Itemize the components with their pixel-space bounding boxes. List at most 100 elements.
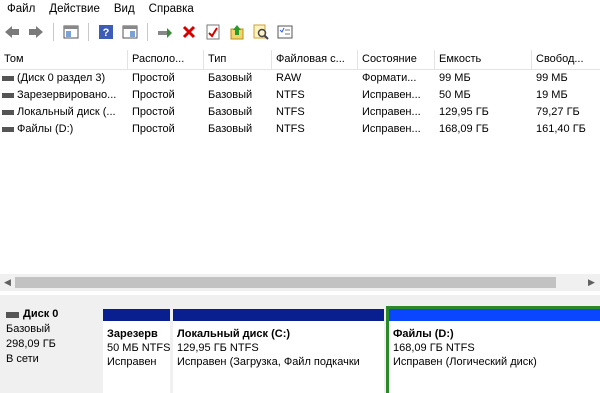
column-header-type[interactable]: Тип: [204, 50, 272, 69]
disk-info[interactable]: Диск 0 Базовый 298,09 ГБ В сети: [0, 307, 100, 393]
toolbar-separator: [53, 23, 54, 41]
free-space-cell: 79,27 ГБ: [536, 106, 580, 118]
partition-local-disk-c[interactable]: Локальный диск (C:) 129,95 ГБ NTFS Испра…: [173, 309, 384, 393]
volume-icon: [2, 92, 14, 98]
partition-size: 168,09 ГБ NTFS: [393, 342, 475, 354]
volume-list-header: Том Располо... Тип Файловая с... Состоян…: [0, 50, 600, 70]
capacity-cell: 129,95 ГБ: [439, 106, 489, 118]
volume-icon: [2, 109, 14, 115]
toolbar: ?: [0, 18, 600, 46]
table-row[interactable]: Файлы (D:) Простой Базовый NTFS Исправен…: [0, 121, 600, 138]
disk-name: Диск 0: [23, 308, 59, 320]
volume-cell: (Диск 0 раздел 3): [0, 70, 128, 87]
table-row[interactable]: Локальный диск (... Простой Базовый NTFS…: [0, 104, 600, 121]
check-icon: [206, 24, 220, 40]
search-button[interactable]: [251, 22, 271, 42]
capacity-cell: 50 МБ: [439, 89, 471, 101]
partition-status: Исправен (Загрузка, Файл подкачки: [177, 356, 360, 368]
filesystem-cell: NTFS: [276, 89, 305, 101]
column-header-capacity[interactable]: Емкость: [435, 50, 532, 69]
layout-cell: Простой: [132, 89, 175, 101]
up-button[interactable]: [227, 22, 247, 42]
help-icon: ?: [99, 25, 113, 39]
delete-button[interactable]: [179, 22, 199, 42]
partition-bar: [173, 309, 384, 321]
menu-file[interactable]: Файл: [0, 3, 42, 15]
status-cell: Исправен...: [362, 123, 421, 135]
free-space-cell: 161,40 ГБ: [536, 123, 586, 135]
type-cell: Базовый: [208, 72, 253, 84]
connect-disk-button[interactable]: [155, 22, 175, 42]
volume-icon: [2, 75, 14, 81]
disk-size: 298,09 ГБ: [6, 338, 56, 350]
table-row[interactable]: (Диск 0 раздел 3) Простой Базовый RAW Фо…: [0, 70, 600, 87]
back-button[interactable]: [2, 22, 22, 42]
filesystem-cell: NTFS: [276, 123, 305, 135]
volume-cell: Файлы (D:): [0, 121, 128, 138]
forward-icon: [29, 26, 43, 38]
capacity-cell: 99 МБ: [439, 72, 471, 84]
filesystem-cell: NTFS: [276, 106, 305, 118]
help-button[interactable]: ?: [96, 22, 116, 42]
free-space-cell: 19 МБ: [536, 89, 568, 101]
layout-cell: Простой: [132, 106, 175, 118]
view-button[interactable]: [120, 22, 140, 42]
table-row[interactable]: Зарезервировано... Простой Базовый NTFS …: [0, 87, 600, 104]
connect-disk-icon: [158, 28, 172, 38]
partition-status: Исправен: [107, 356, 157, 368]
console-tree-icon: [122, 25, 138, 39]
status-cell: Исправен...: [362, 106, 421, 118]
disk-type: Базовый: [6, 323, 51, 335]
delete-icon: [182, 25, 196, 39]
scroll-right-icon[interactable]: ▶: [588, 277, 595, 288]
partition-size: 50 МБ NTFS: [107, 342, 170, 354]
layout-cell: Простой: [132, 123, 175, 135]
menu-help[interactable]: Справка: [142, 3, 201, 15]
disk-map-panel: Диск 0 Базовый 298,09 ГБ В сети Зарезерв…: [0, 295, 600, 393]
column-header-status[interactable]: Состояние: [358, 50, 435, 69]
filesystem-cell: RAW: [276, 72, 302, 84]
status-cell: Формати...: [362, 72, 417, 84]
svg-text:?: ?: [103, 27, 110, 39]
console-tree-button[interactable]: [61, 22, 81, 42]
partition-status: Исправен (Логический диск): [393, 356, 537, 368]
menu-action[interactable]: Действие: [42, 3, 107, 15]
partition-bar: [389, 309, 600, 321]
menu-bar: Файл Действие Вид Справка: [0, 0, 600, 18]
partition-bar: [103, 309, 170, 321]
properties-button[interactable]: [275, 22, 295, 42]
properties-icon: [277, 25, 293, 39]
back-icon: [5, 26, 19, 38]
search-icon: [253, 24, 269, 40]
column-header-volume[interactable]: Том: [0, 50, 128, 69]
check-button[interactable]: [203, 22, 223, 42]
horizontal-scrollbar[interactable]: ◀ ▶: [0, 274, 600, 291]
volume-cell: Зарезервировано...: [0, 87, 128, 104]
partition-size: 129,95 ГБ NTFS: [177, 342, 259, 354]
up-arrow-icon: [230, 25, 244, 40]
menu-view[interactable]: Вид: [107, 3, 142, 15]
console-tree-icon: [63, 25, 79, 39]
column-header-layout[interactable]: Располо...: [128, 50, 204, 69]
volume-icon: [2, 126, 14, 132]
type-cell: Базовый: [208, 106, 253, 118]
type-cell: Базовый: [208, 89, 253, 101]
partition-files-d[interactable]: Файлы (D:) 168,09 ГБ NTFS Исправен (Логи…: [386, 306, 600, 393]
forward-button[interactable]: [26, 22, 46, 42]
scroll-left-icon[interactable]: ◀: [4, 277, 11, 288]
layout-cell: Простой: [132, 72, 175, 84]
scroll-thumb[interactable]: [15, 277, 556, 288]
disk-status: В сети: [6, 353, 39, 365]
free-space-cell: 99 МБ: [536, 72, 568, 84]
type-cell: Базовый: [208, 123, 253, 135]
status-cell: Исправен...: [362, 89, 421, 101]
volume-cell: Локальный диск (...: [0, 104, 128, 121]
column-header-free-space[interactable]: Свобод...: [532, 50, 600, 69]
disk-icon: [6, 311, 19, 318]
toolbar-separator: [147, 23, 148, 41]
column-header-filesystem[interactable]: Файловая с...: [272, 50, 358, 69]
partition-reserved[interactable]: Зарезерв 50 МБ NTFS Исправен: [103, 309, 170, 393]
partition-name: Файлы (D:): [393, 328, 454, 340]
capacity-cell: 168,09 ГБ: [439, 123, 489, 135]
partition-name: Зарезерв: [107, 328, 158, 340]
